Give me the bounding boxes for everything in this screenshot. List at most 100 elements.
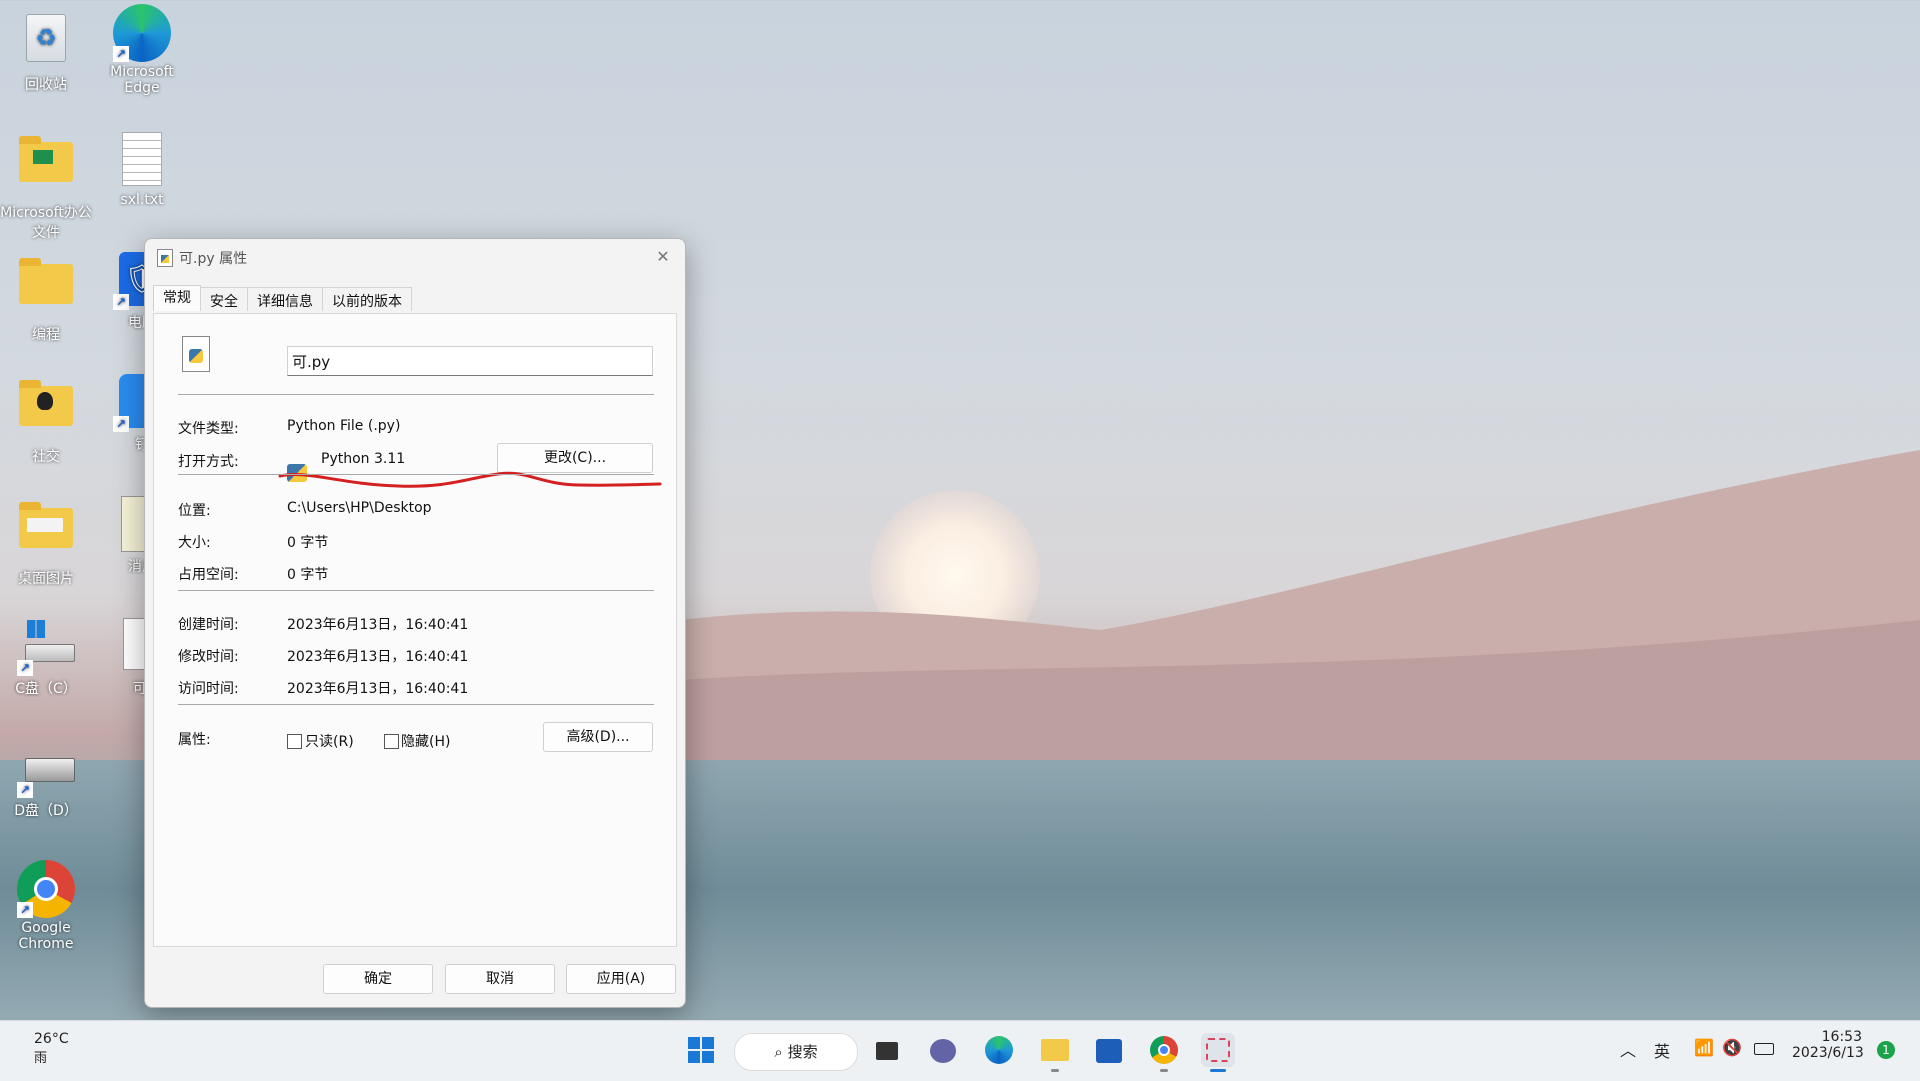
recycle-bin-icon: ♻ xyxy=(17,14,75,72)
desktop-icon-label: Google Chrome xyxy=(18,920,74,952)
advanced-button[interactable]: 高级(D)... xyxy=(543,722,653,752)
desktop-icon-sxl-txt[interactable]: sxl.txt xyxy=(96,130,188,208)
drive-icon: ↗ xyxy=(17,740,75,798)
created-value: 2023年6月13日，16:40:41 xyxy=(287,617,469,633)
python-file-icon xyxy=(157,249,173,267)
desktop-icon-edge[interactable]: ↗ Microsoft Edge xyxy=(96,4,188,96)
shortcut-arrow-icon: ↗ xyxy=(113,294,129,310)
store-icon xyxy=(1096,1039,1122,1063)
wifi-icon[interactable]: 📶 xyxy=(1694,1038,1714,1057)
drive-icon: ↗ xyxy=(17,618,75,676)
teams-chat-button[interactable] xyxy=(926,1033,960,1067)
desktop-icon-label: 回收站 xyxy=(25,77,67,93)
taskbar-chrome-button[interactable] xyxy=(1147,1033,1181,1072)
weather-temp: 26°C xyxy=(34,1031,69,1047)
desktop-icon-wallpaper-folder[interactable]: 桌面图片 xyxy=(0,496,92,588)
taskbar-explorer-button[interactable] xyxy=(1038,1033,1072,1072)
size-on-disk-label: 占用空间: xyxy=(178,567,239,583)
desktop-icon-social-folder[interactable]: 社交 xyxy=(0,374,92,466)
weather-desc: 雨 xyxy=(34,1051,48,1066)
tab-strip: 常规 安全 详细信息 以前的版本 xyxy=(153,285,412,311)
divider xyxy=(178,704,654,705)
taskbar-snipping-tool-button[interactable] xyxy=(1201,1033,1235,1072)
show-hidden-icons-button[interactable]: ︿ xyxy=(1620,1037,1636,1061)
folder-icon xyxy=(1041,1039,1069,1061)
modified-label: 修改时间: xyxy=(178,649,239,665)
modified-value: 2023年6月13日，16:40:41 xyxy=(287,649,469,665)
task-view-icon xyxy=(876,1042,898,1060)
start-button[interactable] xyxy=(684,1033,718,1067)
red-underline-annotation xyxy=(278,471,662,488)
desktop-icon-label: C盘（C） xyxy=(15,681,77,697)
taskbar-edge-button[interactable] xyxy=(982,1033,1016,1067)
folder-icon xyxy=(17,258,75,322)
readonly-label[interactable]: 只读(R) xyxy=(305,731,354,751)
accessed-value: 2023年6月13日，16:40:41 xyxy=(287,681,469,697)
shortcut-arrow-icon: ↗ xyxy=(17,782,33,798)
desktop-icon-office-folder[interactable]: Microsoft办公文件 xyxy=(0,130,92,242)
ime-indicator[interactable]: 英 xyxy=(1654,1038,1670,1062)
apply-button[interactable]: 应用(A) xyxy=(566,964,676,994)
desktop-icon-label: D盘（D） xyxy=(14,803,78,819)
desktop-icon-recycle-bin[interactable]: ♻ 回收站 xyxy=(0,8,92,94)
windows-logo-icon xyxy=(688,1037,714,1063)
file-type-label: 文件类型: xyxy=(178,421,239,437)
dialog-titlebar[interactable]: 可.py 属性 ✕ xyxy=(145,239,685,275)
accessed-label: 访问时间: xyxy=(178,681,239,697)
cancel-button[interactable]: 取消 xyxy=(445,964,555,994)
snipping-tool-icon xyxy=(1206,1038,1230,1062)
ok-button[interactable]: 确定 xyxy=(323,964,433,994)
notification-badge[interactable]: 1 xyxy=(1877,1041,1895,1059)
desktop-icon-label: 编程 xyxy=(32,327,60,343)
shortcut-arrow-icon: ↗ xyxy=(17,660,33,676)
size-value: 0 字节 xyxy=(287,535,329,551)
desktop-icon-label: sxl.txt xyxy=(120,192,164,208)
chrome-icon: ↗ xyxy=(17,860,75,918)
edge-icon: ↗ xyxy=(113,4,171,62)
running-indicator xyxy=(1051,1069,1059,1072)
file-name-field[interactable]: 可.py xyxy=(287,346,653,376)
desktop-icon-programming-folder[interactable]: 编程 xyxy=(0,252,92,344)
shortcut-arrow-icon: ↗ xyxy=(17,902,33,918)
tab-general[interactable]: 常规 xyxy=(153,285,201,311)
general-panel: 可.py 文件类型: Python File (.py) 打开方式: Pytho… xyxy=(153,313,677,947)
taskbar: 26°C 雨 ⌕ 搜索 ︿ 英 📶 🔇 16:53 2023/6/13 1 xyxy=(0,1020,1920,1081)
weather-widget[interactable]: 26°C 雨 xyxy=(34,1031,69,1066)
tab-previous-versions[interactable]: 以前的版本 xyxy=(322,287,412,311)
folder-icon xyxy=(17,502,75,566)
tab-security[interactable]: 安全 xyxy=(200,287,248,311)
search-button[interactable]: ⌕ 搜索 xyxy=(734,1033,858,1071)
battery-icon[interactable] xyxy=(1754,1043,1774,1055)
desktop-icon-label: Microsoft Edge xyxy=(110,64,174,96)
python-file-icon xyxy=(182,336,210,372)
hidden-checkbox[interactable] xyxy=(384,734,399,749)
divider xyxy=(178,394,654,395)
desktop-icon-d-drive[interactable]: ↗ D盘（D） xyxy=(0,740,92,820)
task-view-button[interactable] xyxy=(870,1033,904,1067)
created-label: 创建时间: xyxy=(178,617,239,633)
hidden-label[interactable]: 隐藏(H) xyxy=(401,731,450,751)
search-label: 搜索 xyxy=(787,1043,818,1061)
desktop-icon-chrome[interactable]: ↗ Google Chrome xyxy=(0,860,92,952)
tab-details[interactable]: 详细信息 xyxy=(247,287,323,311)
text-file-icon xyxy=(113,132,171,190)
desktop-icon-label: 社交 xyxy=(32,449,60,465)
divider xyxy=(178,474,654,475)
shortcut-arrow-icon: ↗ xyxy=(113,46,129,62)
properties-dialog: 可.py 属性 ✕ 常规 安全 详细信息 以前的版本 可.py 文件类型: Py… xyxy=(144,238,686,1008)
taskbar-store-button[interactable] xyxy=(1092,1033,1126,1067)
location-label: 位置: xyxy=(178,503,211,519)
folder-icon xyxy=(17,136,75,200)
volume-muted-icon[interactable]: 🔇 xyxy=(1722,1038,1742,1057)
chat-icon xyxy=(930,1039,956,1063)
size-on-disk-value: 0 字节 xyxy=(287,567,329,583)
close-icon[interactable]: ✕ xyxy=(651,245,675,269)
running-indicator xyxy=(1160,1069,1168,1072)
chrome-icon xyxy=(1150,1036,1178,1064)
readonly-checkbox[interactable] xyxy=(287,734,302,749)
clock-time: 16:53 xyxy=(1821,1029,1862,1045)
clock[interactable]: 16:53 2023/6/13 xyxy=(1792,1029,1864,1061)
desktop-icon-c-drive[interactable]: ↗ C盘（C） xyxy=(0,618,92,698)
open-with-value: Python 3.11 xyxy=(321,451,406,467)
desktop-icon-label: Microsoft办公文件 xyxy=(0,205,92,241)
